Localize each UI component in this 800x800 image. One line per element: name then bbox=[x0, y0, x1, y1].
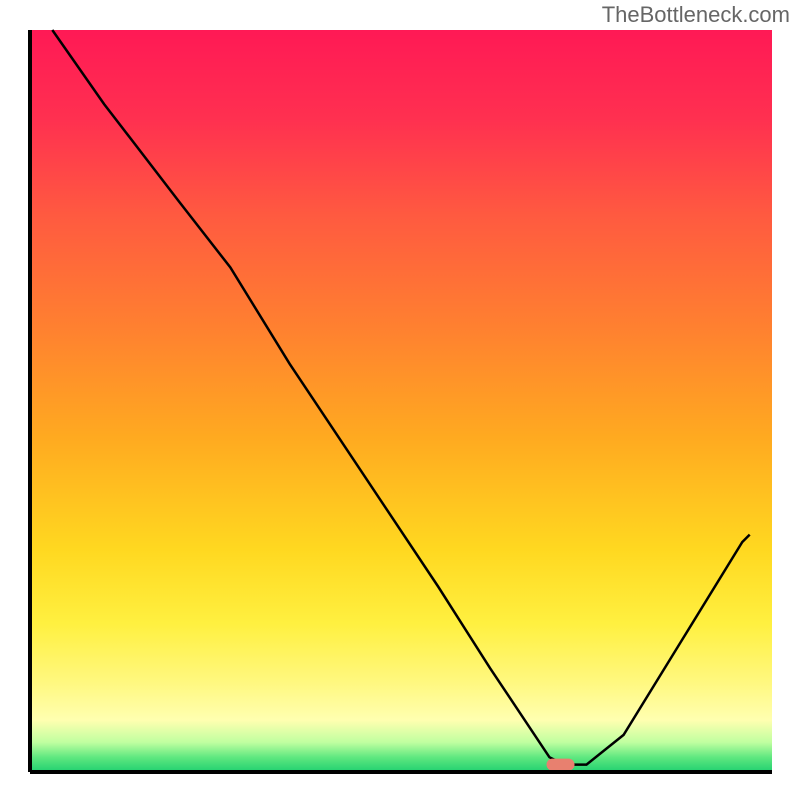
plot-background bbox=[30, 30, 772, 772]
optimal-marker bbox=[547, 759, 575, 771]
watermark-text: TheBottleneck.com bbox=[602, 2, 790, 28]
chart-container: TheBottleneck.com bbox=[0, 0, 800, 800]
bottleneck-chart bbox=[0, 0, 800, 800]
